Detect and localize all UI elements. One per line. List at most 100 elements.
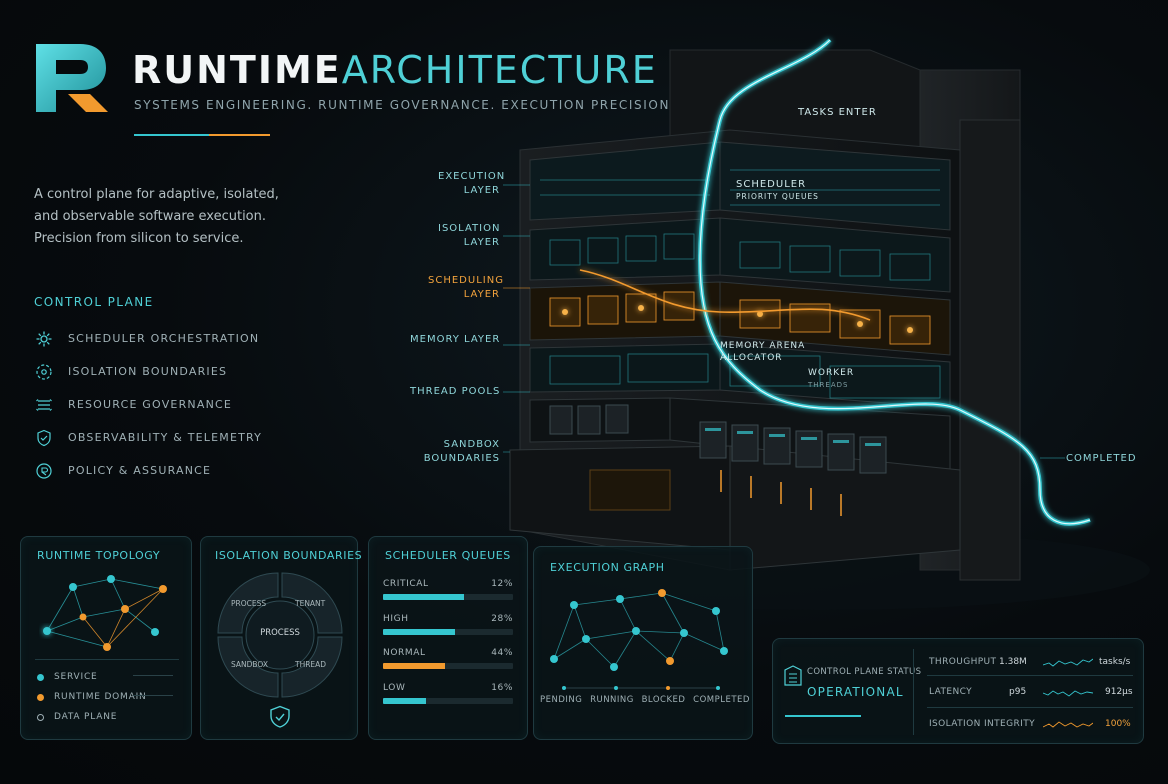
boundary-icon: [34, 362, 54, 382]
queue-bar-fill: [383, 698, 426, 704]
queue-bar: [383, 594, 513, 600]
queue-row: HIGH 28%: [383, 614, 513, 635]
control-plane-item-label: SCHEDULER ORCHESTRATION: [68, 332, 260, 345]
queue-name: LOW: [383, 683, 406, 693]
isolation-segment: THREAD: [295, 660, 327, 669]
isolation-segment: PROCESS: [231, 599, 267, 608]
queue-bar-fill: [383, 629, 455, 635]
legend-label: DATA PLANE: [54, 712, 118, 722]
queue-bar-fill: [383, 594, 464, 600]
topology-legend: SERVICE RUNTIME DOMAIN DATA PLANE: [37, 667, 147, 727]
runtime-domain-dot-icon: [37, 693, 44, 701]
queue-name: CRITICAL: [383, 579, 429, 589]
intro-line: and observable software execution.: [34, 209, 267, 224]
control-plane-title: CONTROL PLANE: [34, 295, 154, 309]
control-plane-item-label: OBSERVABILITY & TELEMETRY: [68, 431, 263, 444]
scheduler-queues-panel: SCHEDULER QUEUES CRITICAL 12% HIGH 28% NOR…: [368, 536, 528, 740]
queue-bar: [383, 698, 513, 704]
server-building-icon: [784, 665, 802, 686]
queue-row: CRITICAL 12%: [383, 579, 513, 600]
control-plane-item[interactable]: OBSERVABILITY & TELEMETRY: [34, 421, 262, 454]
sandbox-label-line: SANDBOX: [443, 439, 500, 450]
scheduling-layer-label-line: LAYER: [463, 289, 500, 300]
memory-arena-label-line: MEMORY ARENA: [720, 341, 806, 351]
queue-row: LOW 16%: [383, 683, 513, 704]
isolation-segment: SANDBOX: [231, 660, 268, 669]
legend-item: RUNTIME DOMAIN: [37, 687, 147, 707]
control-plane-item[interactable]: ISOLATION BOUNDARIES: [34, 355, 262, 388]
execution-steps: PENDING RUNNING BLOCKED COMPLETED: [540, 695, 750, 705]
queue-bar: [383, 629, 513, 635]
resource-icon: [34, 395, 54, 415]
threads-label: THREADS: [808, 381, 849, 389]
execution-graph-panel: EXECUTION GRAPH PENDING RUNNING BLOCKED …: [533, 546, 753, 740]
scheduling-layer-label-line: SCHEDULING: [428, 275, 504, 286]
sandbox-label-line: BOUNDARIES: [423, 453, 500, 464]
panel-title: EXECUTION GRAPH: [550, 561, 665, 574]
runtime-building-illustration: TASKS ENTER EXECUTION LAYER ISOLATION LAYE…: [400, 30, 1160, 610]
queue-row: NORMAL 44%: [383, 648, 513, 669]
data-plane-dot-icon: [37, 713, 44, 721]
divider: [927, 707, 1133, 708]
metric-unit: 912μs: [1105, 687, 1133, 697]
sparkline: [1043, 721, 1093, 728]
execution-step: PENDING: [540, 695, 583, 705]
execution-layer-label: EXECUTION LAYER: [438, 170, 506, 198]
runtime-topology-panel: RUNTIME TOPOLOGY SERVICE RUNTIME DOMAIN …: [20, 536, 192, 740]
queue-percent: 16%: [491, 683, 513, 693]
status-bar: [785, 715, 861, 717]
queue-name: HIGH: [383, 614, 409, 624]
panel-title: SCHEDULER QUEUES: [385, 549, 511, 562]
panel-title: RUNTIME TOPOLOGY: [37, 549, 161, 562]
control-plane-item[interactable]: SCHEDULER ORCHESTRATION: [34, 322, 262, 355]
queue-bar-fill: [383, 663, 446, 669]
memory-layer-label: MEMORY LAYER: [410, 334, 501, 345]
queue-name: NORMAL: [383, 648, 426, 658]
isolation-center-label: PROCESS: [260, 628, 300, 638]
service-dot-icon: [37, 673, 44, 681]
control-plane-status-panel: CONTROL PLANE STATUS OPERATIONAL THROUGH…: [772, 638, 1144, 744]
isolation-layer-label: ISOLATION LAYER: [438, 222, 500, 250]
divider: [35, 659, 179, 660]
execution-layer-label-line: EXECUTION: [438, 171, 506, 182]
metric-label: THROUGHPUT: [929, 657, 997, 667]
execution-step: RUNNING: [590, 695, 634, 705]
execution-layer-label-line: LAYER: [463, 185, 500, 196]
completed-label: COMPLETED: [1066, 453, 1137, 464]
scheduling-layer-label: SCHEDULING LAYER: [428, 274, 504, 302]
metric-unit: 100%: [1105, 719, 1131, 729]
control-plane-item-label: ISOLATION BOUNDARIES: [68, 365, 228, 378]
isolation-layer-label-line: LAYER: [463, 237, 500, 248]
control-plane-item[interactable]: POLICY & ASSURANCE: [34, 454, 262, 487]
control-plane-item-label: RESOURCE GOVERNANCE: [68, 398, 233, 411]
control-plane-item[interactable]: RESOURCE GOVERNANCE: [34, 388, 262, 421]
sparkline: [1043, 658, 1093, 667]
title-part-1: RUNTIME: [132, 48, 342, 92]
metric-label: ISOLATION INTEGRITY: [929, 719, 1036, 729]
queue-bar: [383, 663, 513, 669]
tasks-enter-label: TASKS ENTER: [798, 107, 877, 118]
shield-check-icon: [270, 705, 290, 728]
metric-unit: tasks/s: [1099, 657, 1131, 667]
intro-line: Precision from silicon to service.: [34, 231, 244, 246]
policy-icon: [34, 461, 54, 481]
gear-icon: [34, 329, 54, 349]
legend-line: [133, 695, 173, 696]
divider: [927, 675, 1133, 676]
isolation-segment: TENANT: [295, 599, 326, 608]
divider: [913, 649, 914, 735]
sandbox-boundaries-label: SANDBOX BOUNDARIES: [420, 438, 500, 466]
control-plane-list: SCHEDULER ORCHESTRATION ISOLATION BOUNDA…: [34, 322, 262, 487]
status-state: OPERATIONAL: [807, 685, 904, 699]
shield-icon: [34, 428, 54, 448]
control-plane-item-label: POLICY & ASSURANCE: [68, 464, 212, 477]
metric-value: 1.38M: [999, 657, 1027, 667]
building-svg: [490, 38, 1150, 610]
execution-timeline: [562, 686, 720, 690]
intro-text: A control plane for adaptive, isolated, …: [34, 184, 334, 250]
legend-line: [133, 675, 173, 676]
legend-label: RUNTIME DOMAIN: [54, 692, 147, 702]
title-divider: [134, 134, 270, 136]
thread-pools-label: THREAD POOLS: [410, 386, 501, 397]
isolation-layer-label-line: ISOLATION: [438, 223, 501, 234]
